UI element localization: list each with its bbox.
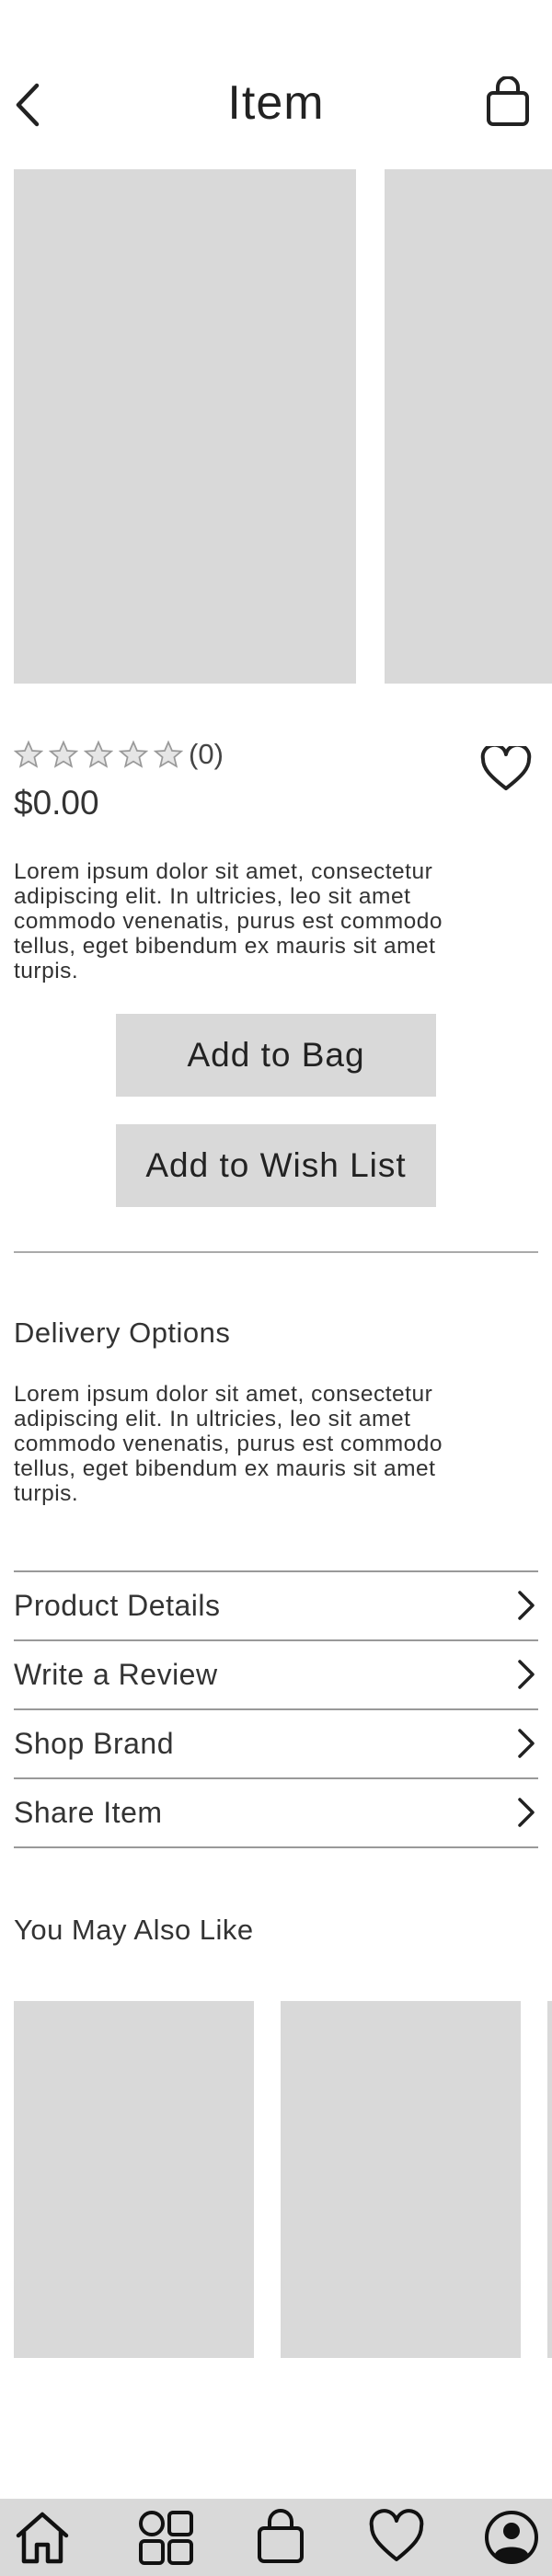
product-description: Lorem ipsum dolor sit amet, consectetur …	[14, 859, 443, 983]
section-divider	[14, 1251, 538, 1253]
chevron-right-icon	[518, 1729, 535, 1758]
accordion-label: Product Details	[14, 1589, 221, 1622]
recommendation-card[interactable]	[547, 2001, 552, 2358]
nav-bag[interactable]	[251, 2508, 310, 2567]
product-image-1[interactable]	[14, 169, 356, 684]
nav-wishlist[interactable]	[367, 2508, 426, 2567]
heart-outline-icon	[369, 2509, 424, 2561]
delivery-options-title: Delivery Options	[14, 1317, 231, 1349]
recommendation-card[interactable]	[281, 2001, 521, 2358]
add-to-bag-button[interactable]: Add to Bag	[116, 1014, 436, 1097]
star-icon	[154, 740, 183, 768]
recommendation-card[interactable]	[14, 2001, 254, 2358]
star-icon	[49, 740, 78, 768]
account-icon	[485, 2511, 538, 2564]
bottom-nav	[0, 2499, 552, 2576]
rating-count: (0)	[189, 738, 224, 770]
star-rating[interactable]: (0)	[14, 738, 224, 771]
home-icon	[16, 2512, 69, 2564]
accordion-product-details[interactable]: Product Details	[14, 1572, 538, 1641]
price: $0.00	[14, 784, 99, 822]
you-may-also-like-title: You May Also Like	[14, 1914, 254, 1946]
accordion-label: Shop Brand	[14, 1727, 175, 1760]
favorite-button[interactable]	[478, 743, 534, 795]
chevron-right-icon	[518, 1798, 535, 1827]
add-to-wish-list-button[interactable]: Add to Wish List	[116, 1124, 436, 1207]
star-icon	[119, 740, 148, 768]
product-image-2[interactable]	[385, 169, 552, 684]
accordion-share-item[interactable]: Share Item	[14, 1779, 538, 1848]
delivery-options-text: Lorem ipsum dolor sit amet, consectetur …	[14, 1382, 443, 1506]
accordion-label: Write a Review	[14, 1658, 218, 1691]
chevron-right-icon	[518, 1591, 535, 1620]
accordion-shop-brand[interactable]: Shop Brand	[14, 1710, 538, 1779]
star-icon	[84, 740, 113, 768]
page-title: Item	[227, 76, 325, 130]
shopping-bag-icon	[487, 76, 529, 126]
accordion-label: Share Item	[14, 1796, 163, 1829]
heart-outline-icon	[480, 746, 532, 790]
chevron-right-icon	[518, 1660, 535, 1689]
nav-categories[interactable]	[136, 2508, 195, 2567]
star-icon	[14, 740, 43, 768]
grid-icon	[139, 2511, 193, 2565]
bag-button[interactable]	[482, 74, 534, 131]
nav-home[interactable]	[13, 2508, 72, 2567]
accordion-write-a-review[interactable]: Write a Review	[14, 1641, 538, 1710]
nav-account[interactable]	[482, 2508, 541, 2567]
shopping-bag-icon	[258, 2509, 304, 2563]
